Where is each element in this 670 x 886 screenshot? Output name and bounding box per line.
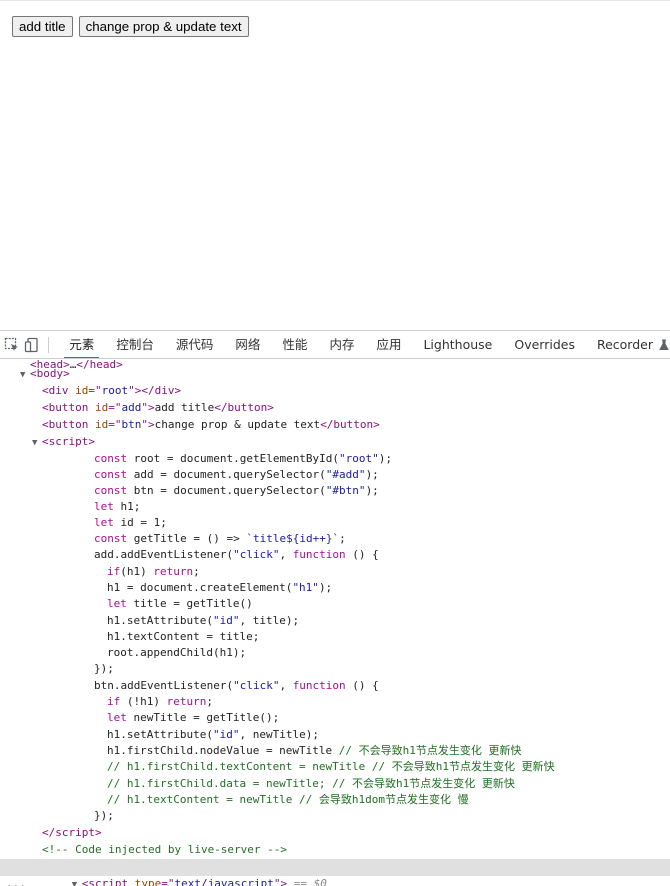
selected-node-indicator: == $0 [293, 876, 327, 886]
tab-sources[interactable]: 源代码 [165, 331, 225, 358]
code-line: }); [94, 662, 114, 675]
expand-triangle-icon[interactable]: ▼ [72, 877, 82, 886]
code-line: // h1.firstChild.textContent = newTitle … [107, 760, 555, 773]
tab-performance[interactable]: 性能 [271, 331, 318, 358]
tab-elements[interactable]: 元素 [58, 331, 105, 358]
code-line: h1.setAttribute("id", title); [107, 614, 300, 627]
page-buttons: add title change prop & update text [12, 16, 249, 37]
dom-line-script-close[interactable]: </script> [0, 825, 670, 842]
code-line: add.addEventListener("click", function (… [94, 548, 379, 561]
tab-memory[interactable]: 内存 [318, 331, 365, 358]
device-toolbar-icon[interactable] [24, 334, 40, 356]
tab-application[interactable]: 应用 [365, 331, 412, 358]
code-line: let h1; [94, 500, 141, 513]
expand-triangle-icon[interactable]: ▼ [20, 367, 30, 384]
add-title-button[interactable]: add title [12, 16, 73, 37]
code-line: root.appendChild(h1); [107, 646, 247, 659]
code-line: btn.addEventListener("click", function (… [94, 679, 379, 692]
code-line: // h1.textContent = newTitle // 会导致h1dom… [107, 793, 469, 806]
code-line: }); [94, 809, 114, 822]
code-line: let id = 1; [94, 516, 167, 529]
code-line: h1 = document.createElement("h1"); [107, 581, 333, 594]
tab-recorder[interactable]: Recorder [586, 331, 664, 358]
code-line: if(h1) return; [107, 565, 200, 578]
code-line: const btn = document.querySelector("#btn… [94, 484, 379, 497]
code-line: const add = document.querySelector("#add… [94, 468, 379, 481]
code-line: let title = getTitle() [107, 597, 253, 610]
devtools-panel: 元素 控制台 源代码 网络 性能 内存 应用 Lighthouse Overrides Recor… [0, 330, 670, 886]
change-prop-button[interactable]: change prop & update text [78, 16, 249, 37]
tab-lighthouse[interactable]: Lighthouse [412, 331, 503, 358]
dom-line-script[interactable]: ▼ <script> [0, 434, 670, 451]
expand-triangle-icon[interactable]: ▼ [32, 435, 42, 452]
dom-line-button-add[interactable]: <button id="add">add title</button> [0, 400, 670, 417]
devtools-tabs: 元素 控制台 源代码 网络 性能 内存 应用 Lighthouse Overrides Recor… [58, 331, 664, 358]
dom-line-button-btn[interactable]: <button id="btn">change prop & update te… [0, 417, 670, 434]
more-options-dots[interactable]: ... [6, 876, 26, 886]
tab-network[interactable]: 网络 [224, 331, 271, 358]
code-line: h1.textContent = title; [107, 630, 260, 643]
dom-line-div-root[interactable]: <div id="root"></div> [0, 383, 670, 400]
code-line: let newTitle = getTitle(); [107, 711, 280, 724]
inspect-element-icon[interactable] [4, 334, 20, 356]
code-line: // h1.firstChild.data = newTitle; // 不会导… [107, 777, 515, 790]
code-line: if (!h1) return; [107, 695, 213, 708]
tab-console[interactable]: 控制台 [105, 331, 165, 358]
code-line: h1.firstChild.nodeValue = newTitle // 不会… [107, 744, 522, 757]
code-line: const getTitle = () => `title${id++}`; [94, 532, 346, 545]
devtools-toolbar: 元素 控制台 源代码 网络 性能 内存 应用 Lighthouse Overrides Recor… [0, 331, 670, 359]
dom-line-comment[interactable]: <!-- Code injected by live-server --> [0, 842, 670, 859]
dom-line-body[interactable]: ▼ <body> [0, 366, 670, 383]
page-viewport: add title change prop & update text [0, 0, 670, 330]
dom-line-script-selected[interactable]: ... ▼ <script type="text/javascript"> == $… [0, 859, 670, 886]
tab-overrides[interactable]: Overrides [503, 331, 586, 358]
elements-tree[interactable]: <head>…</head> ▼ <body> <div id="root"></… [0, 359, 670, 886]
code-line: h1.setAttribute("id", newTitle); [107, 728, 319, 741]
code-line: const root = document.getElementById("ro… [94, 452, 393, 465]
